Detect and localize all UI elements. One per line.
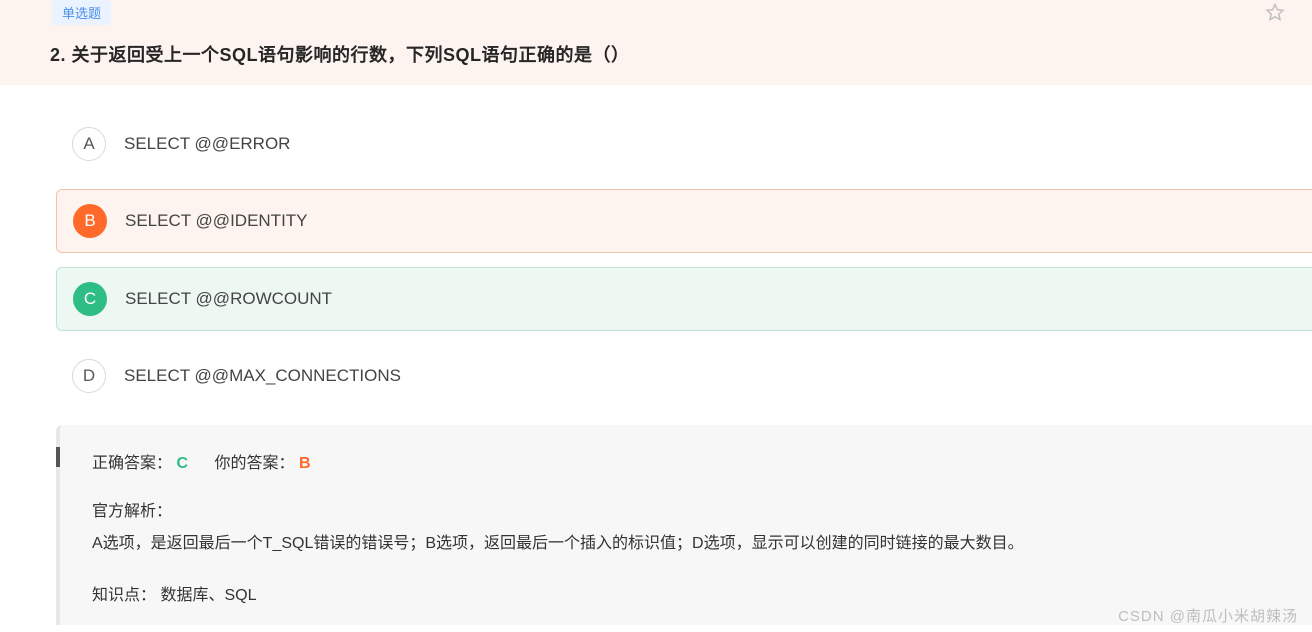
option-text-d: SELECT @@MAX_CONNECTIONS — [124, 366, 401, 386]
option-text-c: SELECT @@ROWCOUNT — [125, 289, 332, 309]
correct-answer-label: 正确答案： — [92, 455, 172, 472]
option-badge-c: C — [73, 282, 107, 316]
explanation-text: A选项，是返回最后一个T_SQL错误的错误号；B选项，返回最后一个插入的标识值；… — [92, 529, 1280, 559]
option-c[interactable]: C SELECT @@ROWCOUNT — [56, 267, 1312, 331]
explanation-title: 官方解析： — [92, 497, 1280, 521]
knowledge-points: 知识点： 数据库、SQL — [92, 581, 1280, 605]
user-answer-label: 你的答案： — [214, 455, 294, 472]
option-b[interactable]: B SELECT @@IDENTITY — [56, 189, 1312, 253]
user-answer-value: B — [299, 455, 311, 472]
question-number: 2. — [50, 45, 66, 65]
option-text-b: SELECT @@IDENTITY — [125, 211, 308, 231]
question-text: 关于返回受上一个SQL语句影响的行数，下列SQL语句正确的是（） — [72, 45, 630, 65]
favorite-star-icon[interactable] — [1264, 2, 1286, 24]
option-badge-a: A — [72, 127, 106, 161]
option-badge-d: D — [72, 359, 106, 393]
options-list: A SELECT @@ERROR B SELECT @@IDENTITY C S… — [0, 85, 1312, 407]
correct-answer-value: C — [176, 455, 188, 472]
knowledge-value: 数据库、SQL — [160, 587, 256, 604]
question-title: 2. 关于返回受上一个SQL语句影响的行数，下列SQL语句正确的是（） — [32, 29, 1280, 67]
question-type-tag: 单选题 — [52, 0, 111, 25]
option-a[interactable]: A SELECT @@ERROR — [56, 113, 1312, 175]
explanation-panel: 正确答案： C 你的答案： B 官方解析： A选项，是返回最后一个T_SQL错误… — [56, 425, 1312, 625]
option-text-a: SELECT @@ERROR — [124, 134, 290, 154]
question-header: 单选题 2. 关于返回受上一个SQL语句影响的行数，下列SQL语句正确的是（） — [0, 0, 1312, 85]
answer-line: 正确答案： C 你的答案： B — [92, 449, 1280, 473]
option-badge-b: B — [73, 204, 107, 238]
explanation-marker-icon — [56, 447, 60, 467]
option-d[interactable]: D SELECT @@MAX_CONNECTIONS — [56, 345, 1312, 407]
knowledge-label: 知识点： — [92, 587, 156, 604]
